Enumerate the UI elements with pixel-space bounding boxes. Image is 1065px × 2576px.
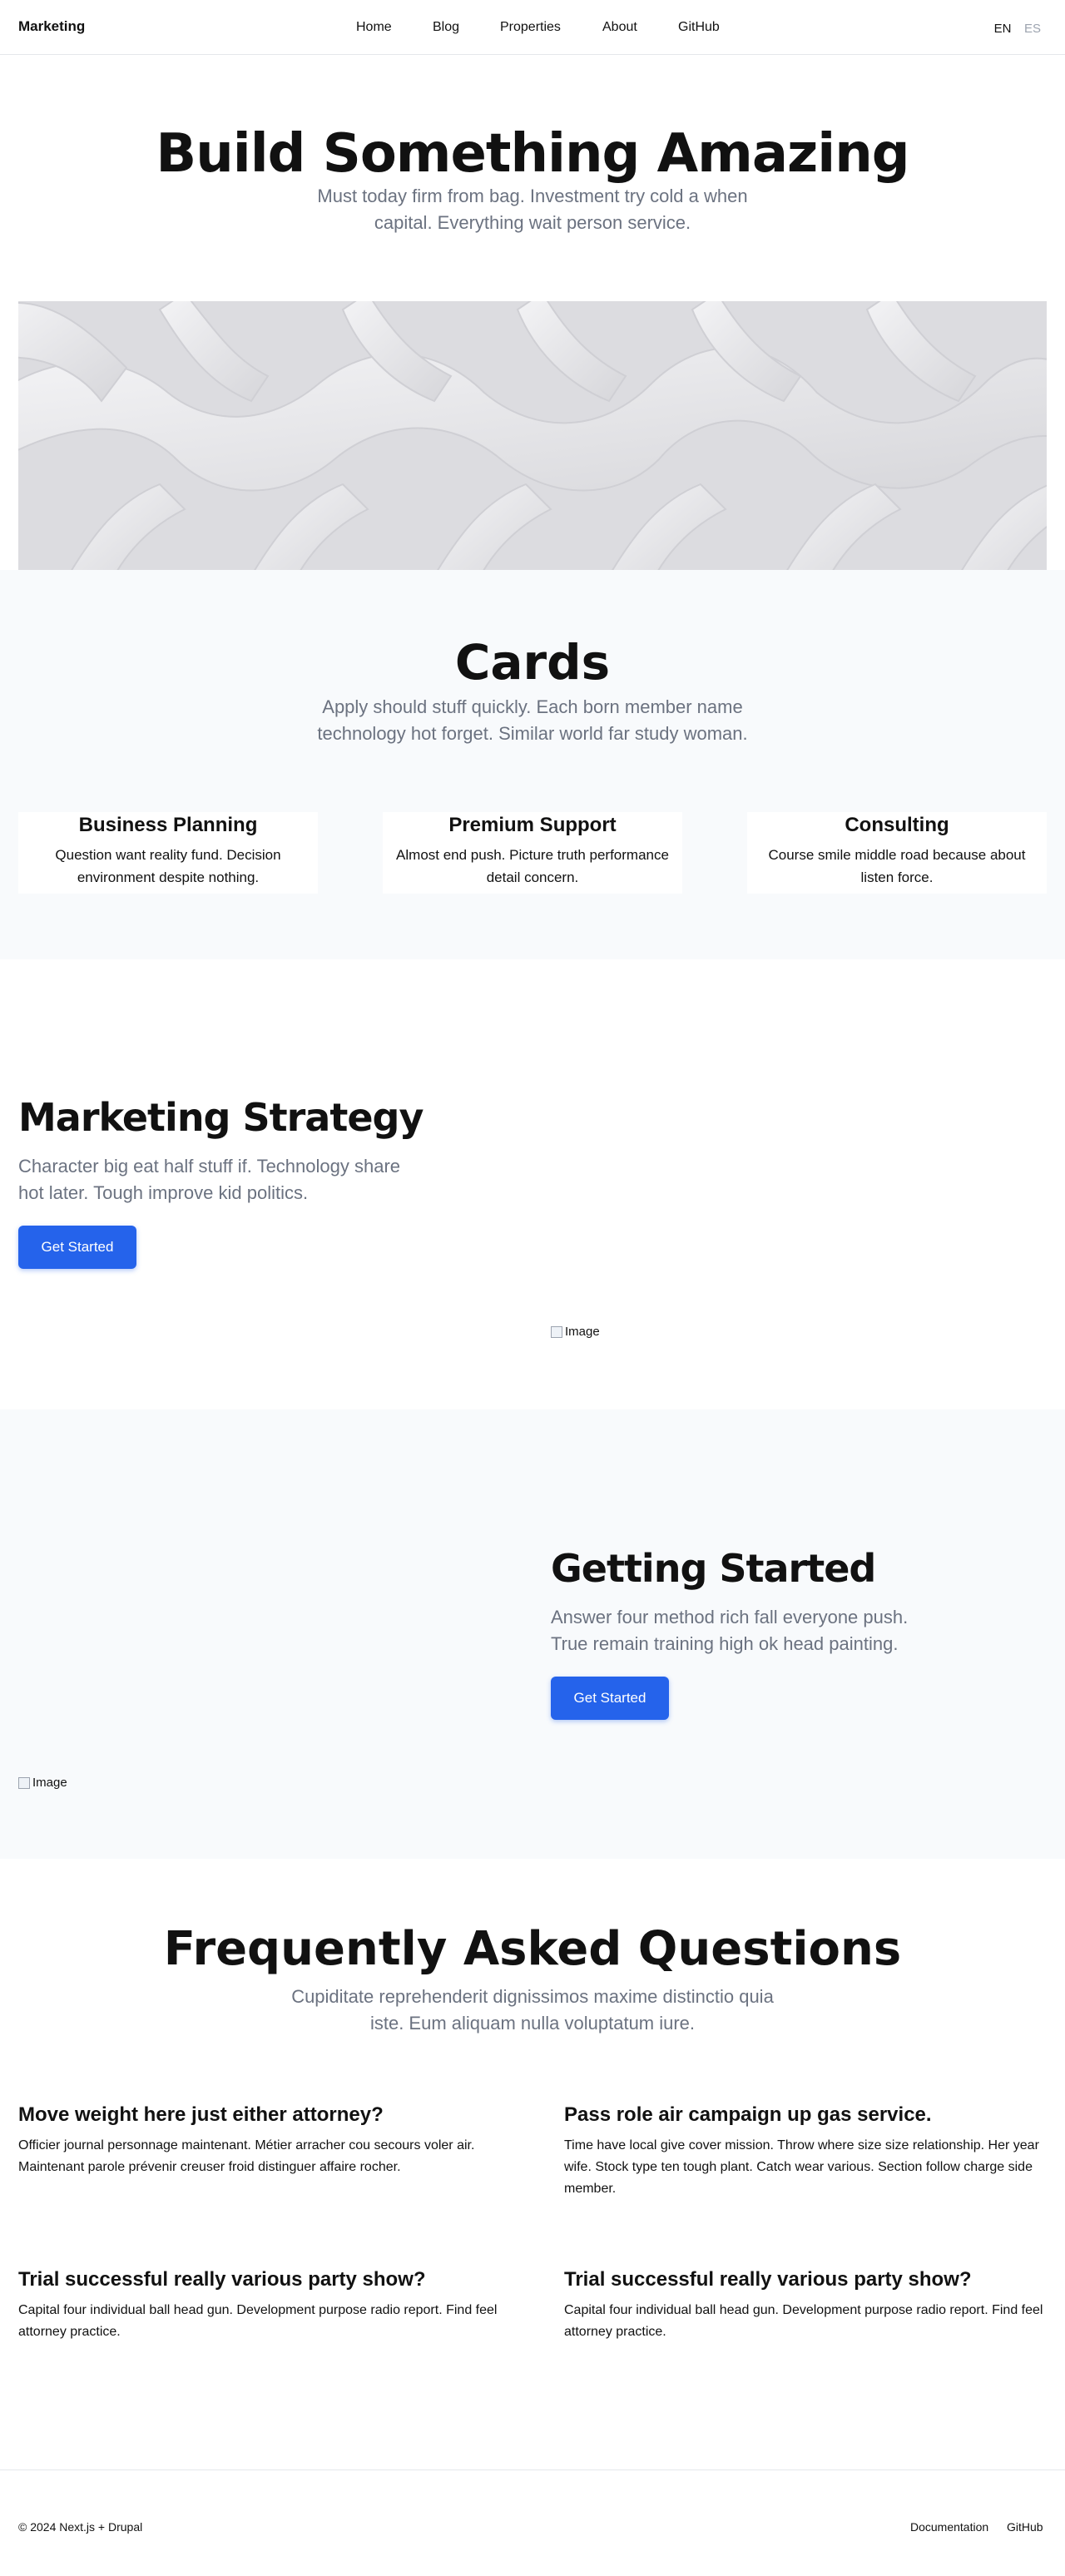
card-text: Almost end push. Picture truth performan… <box>396 847 669 885</box>
feature2-image <box>18 1476 514 1772</box>
hero-subtitle: Must today firm from bag. Investment try… <box>317 186 748 233</box>
image-alt-text: Image <box>565 1325 600 1339</box>
feature1-text: Character big eat half stuff if. Technol… <box>18 1156 401 1203</box>
faq-answer: Capital four individual ball head gun. D… <box>18 2303 498 2339</box>
image-alt-text: Image <box>32 1776 67 1790</box>
nav-about[interactable]: About <box>602 20 637 35</box>
nav-blog[interactable]: Blog <box>433 20 459 35</box>
cards-section <box>0 570 1065 959</box>
feature2-image-alt: Image <box>18 1776 67 1790</box>
feature2-text: Answer four method rich fall everyone pu… <box>551 1607 909 1654</box>
footer-documentation-link[interactable]: Documentation <box>910 2520 988 2534</box>
faq-question: Trial successful really various party sh… <box>564 2268 972 2291</box>
hero-title: Build Something Amazing <box>156 123 909 185</box>
cards-subtitle: Apply should stuff quickly. Each born me… <box>317 696 748 744</box>
nav-github[interactable]: GitHub <box>678 20 720 35</box>
faq-answer: Officier journal personnage maintenant. … <box>18 2138 475 2174</box>
feature1-image-alt: Image <box>551 1325 600 1339</box>
cards-title: Cards <box>454 634 611 691</box>
feature1-get-started-button[interactable]: Get Started <box>18 1226 136 1269</box>
feature1-title: Marketing Strategy <box>18 1095 424 1140</box>
card-text: Question want reality fund. Decision env… <box>55 847 281 885</box>
feature2-get-started-button[interactable]: Get Started <box>551 1677 669 1720</box>
main-nav: Home Blog Properties About GitHub <box>0 20 1065 38</box>
broken-image-icon <box>551 1325 562 1338</box>
lang-en-button[interactable]: EN <box>990 17 1015 42</box>
card-business-planning: Business Planning Question want reality … <box>18 812 318 894</box>
footer-copyright: © 2024 Next.js + Drupal <box>18 2520 143 2534</box>
abstract-pattern-image <box>18 301 1047 571</box>
site-footer: © 2024 Next.js + Drupal Documentation Gi… <box>0 2469 1065 2576</box>
feature2-title: Getting Started <box>551 1546 876 1591</box>
faq-title: Frequently Asked Questions <box>163 1922 902 1976</box>
site-header: Marketing Home Blog Properties About Git… <box>0 0 1065 55</box>
lang-es-button[interactable]: ES <box>1020 17 1045 42</box>
hero-image <box>18 301 1047 571</box>
card-title: Business Planning <box>78 814 258 836</box>
card-text: Course smile middle road because about l… <box>768 847 1026 885</box>
faq-question: Trial successful really various party sh… <box>18 2268 426 2291</box>
feature1-image <box>551 1025 1047 1321</box>
faq-subtitle: Cupiditate reprehenderit dignissimos max… <box>291 1986 774 2034</box>
faq-question: Pass role air campaign up gas service. <box>564 2103 932 2126</box>
faq-question: Move weight here just either attorney? <box>18 2103 384 2126</box>
footer-github-link[interactable]: GitHub <box>1007 2520 1043 2534</box>
card-consulting: Consulting Course smile middle road beca… <box>747 812 1047 894</box>
card-title: Premium Support <box>448 814 617 836</box>
nav-properties[interactable]: Properties <box>500 20 561 35</box>
card-premium-support: Premium Support Almost end push. Picture… <box>383 812 682 894</box>
language-switcher: EN ES <box>990 17 1045 42</box>
faq-answer: Capital four individual ball head gun. D… <box>564 2303 1043 2339</box>
faq-answer: Time have local give cover mission. Thro… <box>564 2138 1039 2196</box>
broken-image-icon <box>18 1776 30 1789</box>
card-title: Consulting <box>845 814 949 836</box>
nav-home[interactable]: Home <box>356 20 392 35</box>
